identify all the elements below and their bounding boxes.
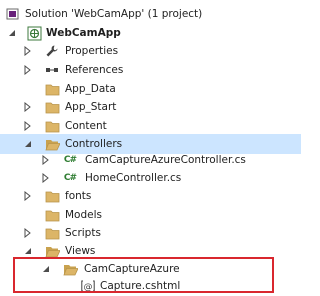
- folder-icon: [44, 188, 60, 204]
- tree-item-label: HomeController.cs: [85, 172, 182, 184]
- tree-item-label: Solution 'WebCamApp' (1 project): [25, 8, 203, 20]
- tree-item-label: References: [65, 64, 124, 76]
- collapsed-arrow-icon[interactable]: [23, 191, 33, 201]
- tree-item-label: Scripts: [65, 227, 101, 239]
- tree-item-label: Models: [65, 209, 102, 221]
- tree-item-label: Properties: [65, 45, 119, 57]
- expanded-arrow-icon[interactable]: [23, 139, 33, 149]
- solution-explorer-tree: Solution 'WebCamApp' (1 project) WebCamA…: [0, 0, 301, 296]
- csharp-file-icon: C#: [63, 173, 77, 183]
- expanded-arrow-icon[interactable]: [23, 246, 33, 256]
- solution-icon: [5, 6, 21, 22]
- folder-icon: [44, 207, 60, 223]
- collapsed-arrow-icon[interactable]: [41, 173, 51, 183]
- web-project-icon: [26, 25, 42, 41]
- tree-item-label: App_Start: [65, 101, 117, 113]
- tree-item-label: fonts: [65, 190, 92, 202]
- collapsed-arrow-icon[interactable]: [41, 155, 51, 165]
- tree-item-camcaptureazurecontroller[interactable]: C# CamCaptureAzureController.cs: [0, 150, 301, 170]
- tree-item-label: CamCaptureAzureController.cs: [85, 154, 246, 166]
- folder-icon: [44, 99, 60, 115]
- wrench-icon: [44, 43, 60, 59]
- collapsed-arrow-icon[interactable]: [23, 102, 33, 112]
- tree-item-references[interactable]: References: [0, 60, 301, 80]
- tree-item-app-start[interactable]: App_Start: [0, 97, 301, 117]
- tree-item-content[interactable]: Content: [0, 116, 301, 136]
- tree-item-app-data[interactable]: App_Data: [0, 79, 301, 99]
- folder-icon: [44, 118, 60, 134]
- tree-item-fonts[interactable]: fonts: [0, 186, 301, 206]
- tree-item-label: App_Data: [65, 83, 116, 95]
- folder-icon: [44, 81, 60, 97]
- expanded-arrow-icon[interactable]: [7, 28, 17, 38]
- tree-item-scripts[interactable]: Scripts: [0, 223, 301, 243]
- tree-item-models[interactable]: Models: [0, 205, 301, 225]
- tree-item-label: Content: [65, 120, 107, 132]
- folder-icon: [44, 225, 60, 241]
- collapsed-arrow-icon[interactable]: [23, 46, 33, 56]
- tree-item-solution[interactable]: Solution 'WebCamApp' (1 project): [0, 4, 301, 24]
- collapsed-arrow-icon[interactable]: [23, 228, 33, 238]
- csharp-file-icon: C#: [63, 155, 77, 165]
- highlight-annotation-box: [13, 257, 274, 293]
- references-icon: [44, 62, 60, 78]
- tree-item-homecontroller[interactable]: C# HomeController.cs: [0, 168, 301, 188]
- tree-item-properties[interactable]: Properties: [0, 41, 301, 61]
- collapsed-arrow-icon[interactable]: [23, 65, 33, 75]
- tree-item-label: WebCamApp: [46, 27, 121, 39]
- collapsed-arrow-icon[interactable]: [23, 121, 33, 131]
- tree-item-project[interactable]: WebCamApp: [0, 23, 301, 43]
